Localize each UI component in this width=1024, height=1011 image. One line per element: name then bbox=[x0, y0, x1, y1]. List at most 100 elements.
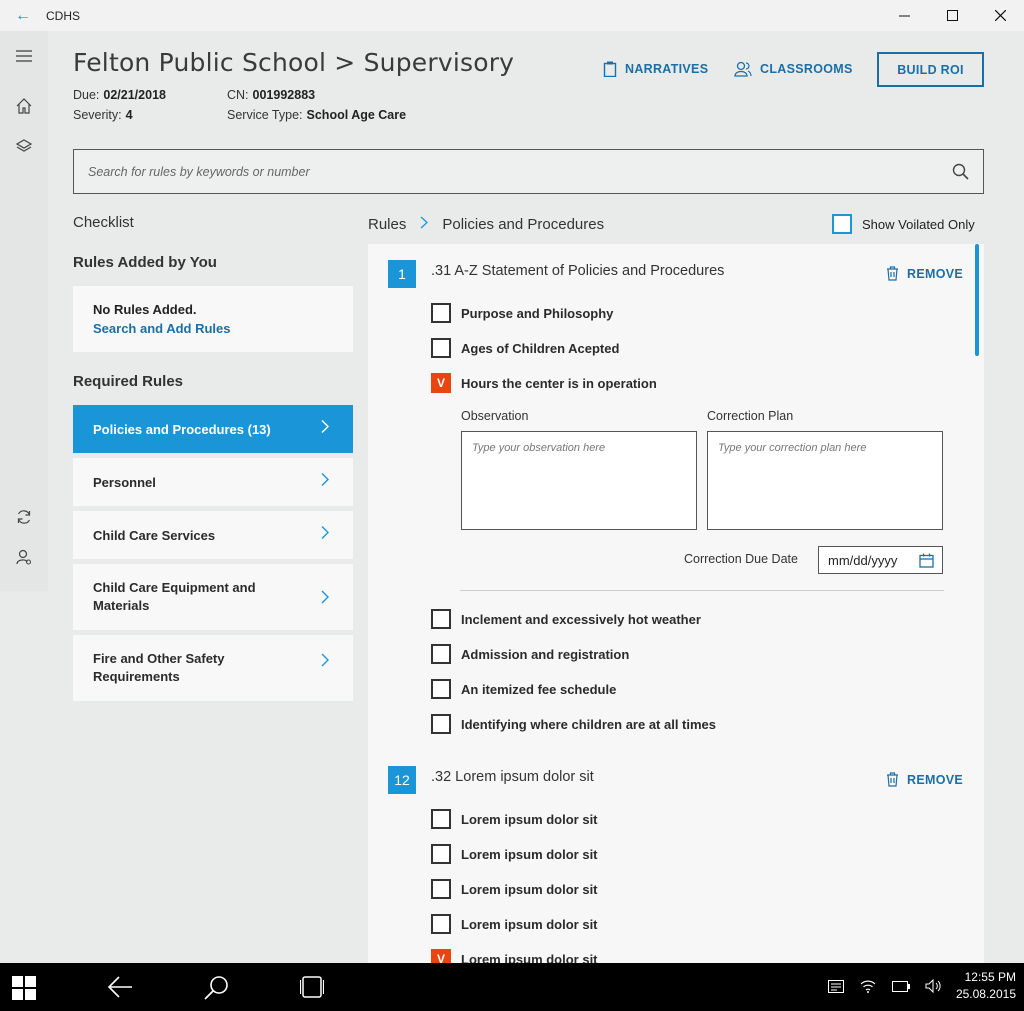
search-icon[interactable] bbox=[203, 975, 229, 1001]
checkbox[interactable] bbox=[431, 844, 451, 864]
show-violated-toggle[interactable]: Show Voilated Only bbox=[832, 214, 975, 234]
sidebar-item-equipment-materials[interactable]: Child Care Equipment and Materials bbox=[73, 564, 353, 630]
rule-checkbox-item[interactable]: Lorem ipsum dolor sit bbox=[431, 844, 598, 864]
sidebar-item-label: Policies and Procedures (13) bbox=[93, 421, 271, 437]
hamburger-menu-icon[interactable] bbox=[14, 46, 34, 66]
users-icon bbox=[734, 61, 752, 77]
checkbox-label: Admission and registration bbox=[461, 646, 630, 662]
checkbox[interactable] bbox=[431, 679, 451, 699]
search-icon[interactable] bbox=[952, 163, 969, 185]
checkbox[interactable] bbox=[431, 879, 451, 899]
rule-checkbox-item[interactable]: Ages of Children Acepted bbox=[431, 338, 619, 358]
clock-date: 25.08.2015 bbox=[955, 987, 1016, 1001]
rule-number-badge: 12 bbox=[388, 766, 416, 794]
maximize-icon[interactable] bbox=[928, 0, 976, 31]
rule-checkbox-item[interactable]: Admission and registration bbox=[431, 644, 629, 664]
action-center-icon[interactable] bbox=[828, 980, 844, 994]
checkbox[interactable] bbox=[431, 714, 451, 734]
rule-title: .31 A-Z Statement of Policies and Proced… bbox=[431, 263, 725, 279]
chevron-right-icon bbox=[321, 590, 329, 609]
show-violated-checkbox[interactable] bbox=[832, 214, 852, 234]
rule-title: .32 Lorem ipsum dolor sit bbox=[431, 769, 594, 785]
sidebar-item-child-care-services[interactable]: Child Care Services bbox=[73, 511, 353, 559]
chevron-right-icon bbox=[420, 216, 429, 233]
calendar-icon[interactable] bbox=[919, 553, 934, 568]
checkbox-label: Lorem ipsum dolor sit bbox=[461, 916, 598, 932]
classrooms-button[interactable]: CLASSROOMS bbox=[734, 61, 853, 77]
battery-icon[interactable] bbox=[892, 981, 910, 993]
observation-label: Observation bbox=[461, 409, 529, 423]
clock-time: 12:55 PM bbox=[964, 970, 1016, 984]
task-view-icon[interactable] bbox=[300, 975, 324, 999]
checkbox-violated[interactable]: V bbox=[431, 949, 451, 964]
no-rules-text: No Rules Added. bbox=[93, 302, 197, 317]
window-controls bbox=[880, 0, 1024, 31]
back-arrow-icon[interactable] bbox=[107, 975, 133, 999]
windows-start-icon[interactable] bbox=[12, 976, 36, 1000]
rule-checkbox-item[interactable]: Lorem ipsum dolor sit bbox=[431, 879, 598, 899]
search-add-rules-link[interactable]: Search and Add Rules bbox=[93, 321, 333, 336]
trash-icon bbox=[887, 266, 899, 281]
sidebar-item-policies-procedures[interactable]: Policies and Procedures (13) bbox=[73, 405, 353, 453]
severity-meta: Severity: 4 bbox=[73, 108, 133, 122]
correction-plan-textarea[interactable] bbox=[707, 431, 943, 530]
sidebar-item-label: Child Care Services bbox=[93, 527, 216, 543]
checkbox-label: Lorem ipsum dolor sit bbox=[461, 846, 598, 862]
date-placeholder: mm/dd/yyyy bbox=[828, 552, 898, 568]
volume-icon[interactable] bbox=[925, 979, 943, 993]
user-settings-icon[interactable] bbox=[14, 547, 34, 567]
divider bbox=[460, 590, 944, 591]
cn-value: 001992883 bbox=[252, 88, 316, 102]
layers-icon[interactable] bbox=[14, 136, 34, 156]
checkbox-label: Purpose and Philosophy bbox=[461, 305, 614, 321]
home-icon[interactable] bbox=[14, 96, 34, 116]
checkbox[interactable] bbox=[431, 609, 451, 629]
sidebar-item-label: Fire and Other Safety Requirements bbox=[93, 651, 225, 684]
correction-due-date-field[interactable]: mm/dd/yyyy bbox=[818, 546, 943, 574]
rule-checkbox-item[interactable]: V Lorem ipsum dolor sit bbox=[431, 949, 598, 964]
checkbox-label: Ages of Children Acepted bbox=[461, 340, 620, 356]
chevron-right-icon bbox=[321, 653, 329, 672]
search-input[interactable] bbox=[74, 164, 934, 179]
checkbox[interactable] bbox=[431, 338, 451, 358]
show-violated-label: Show Voilated Only bbox=[862, 216, 975, 232]
scrollbar-thumb[interactable] bbox=[975, 244, 979, 356]
observation-textarea[interactable] bbox=[461, 431, 697, 530]
back-arrow-icon[interactable]: ← bbox=[0, 7, 46, 25]
checkbox[interactable] bbox=[431, 914, 451, 934]
rule-checkbox-item[interactable]: An itemized fee schedule bbox=[431, 679, 616, 699]
left-navigation-rail bbox=[0, 31, 48, 591]
checkbox[interactable] bbox=[431, 303, 451, 323]
checkbox-violated[interactable]: V bbox=[431, 373, 451, 393]
minimize-icon[interactable] bbox=[880, 0, 928, 31]
rule-number-badge: 1 bbox=[388, 260, 416, 288]
rule-checkbox-item[interactable]: Identifying where children are at all ti… bbox=[431, 714, 716, 734]
remove-rule-button[interactable]: REMOVE bbox=[886, 266, 963, 281]
service-type-label: Service Type: bbox=[227, 108, 303, 122]
checkbox[interactable] bbox=[431, 809, 451, 829]
rule-checkbox-item[interactable]: Inclement and excessively hot weather bbox=[431, 609, 701, 629]
sidebar-item-fire-safety[interactable]: Fire and Other Safety Requirements bbox=[73, 635, 353, 701]
rule-checkbox-item[interactable]: V Hours the center is in operation bbox=[431, 373, 657, 393]
rule-checkbox-item[interactable]: Lorem ipsum dolor sit bbox=[431, 914, 598, 934]
checkbox-label: Lorem ipsum dolor sit bbox=[461, 811, 598, 827]
checkbox-label: Inclement and excessively hot weather bbox=[461, 611, 701, 627]
rule-checkbox-item[interactable]: Purpose and Philosophy bbox=[431, 303, 613, 323]
checkbox-label: An itemized fee schedule bbox=[461, 681, 617, 697]
rules-panel: 1 .31 A-Z Statement of Policies and Proc… bbox=[368, 244, 984, 964]
due-date-meta: Due: 02/21/2018 bbox=[73, 88, 166, 102]
build-roi-button[interactable]: BUILD ROI bbox=[877, 52, 984, 87]
narratives-button[interactable]: NARRATIVES bbox=[603, 61, 708, 77]
sync-icon[interactable] bbox=[14, 507, 34, 527]
breadcrumb-root[interactable]: Rules bbox=[368, 216, 406, 233]
chevron-right-icon bbox=[321, 526, 329, 545]
wifi-icon[interactable] bbox=[860, 979, 876, 993]
checkbox[interactable] bbox=[431, 644, 451, 664]
sidebar-item-personnel[interactable]: Personnel bbox=[73, 458, 353, 506]
sidebar-item-label: Personnel bbox=[93, 474, 156, 490]
close-icon[interactable] bbox=[976, 0, 1024, 31]
title-bar: ← CDHS bbox=[0, 0, 1024, 31]
rule-checkbox-item[interactable]: Lorem ipsum dolor sit bbox=[431, 809, 598, 829]
remove-rule-button[interactable]: REMOVE bbox=[886, 772, 963, 787]
system-clock[interactable]: 12:55 PM 25.08.2015 bbox=[956, 969, 1016, 1003]
